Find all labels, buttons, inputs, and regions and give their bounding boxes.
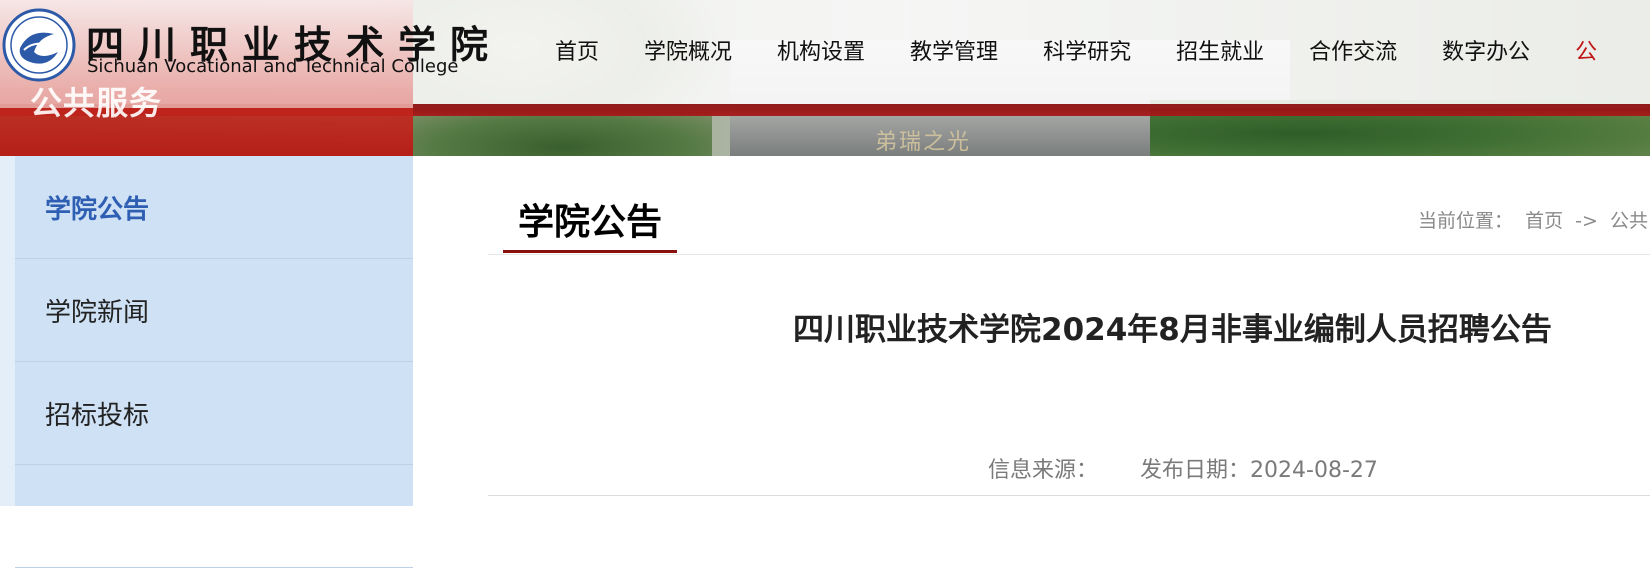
- meta-divider: [488, 495, 1650, 496]
- article-title: 四川职业技术学院2024年8月非事业编制人员招聘公告: [793, 312, 1552, 348]
- main-nav: 首页 学院概况 机构设置 教学管理 科学研究 招生就业 合作交流 数字办公 公: [555, 34, 1597, 66]
- sidebar: 学院公告 学院新闻 招标投标: [15, 156, 413, 568]
- nav-item-overview[interactable]: 学院概况: [644, 34, 732, 66]
- nav-item-cooperation[interactable]: 合作交流: [1309, 34, 1397, 66]
- sidebar-item-announcements[interactable]: 学院公告: [15, 156, 413, 259]
- sidebar-item-bidding[interactable]: 招标投标: [15, 362, 413, 465]
- title-divider: [488, 254, 1650, 255]
- sidebar-item-news[interactable]: 学院新闻: [15, 259, 413, 362]
- source-label: 信息来源：: [988, 458, 1099, 483]
- nav-item-admissions[interactable]: 招生就业: [1176, 34, 1264, 66]
- article-meta: 信息来源： 发布日期：2024-08-27: [988, 452, 1378, 484]
- nav-item-home[interactable]: 首页: [555, 34, 599, 66]
- nav-item-research[interactable]: 科学研究: [1043, 34, 1131, 66]
- breadcrumb: 当前位置： 首页 -> 公共: [1418, 206, 1650, 233]
- banner-shrub-left: [412, 112, 712, 156]
- nav-item-departments[interactable]: 机构设置: [777, 34, 865, 66]
- publish-date: 2024-08-27: [1250, 458, 1378, 483]
- college-logo-icon[interactable]: [2, 8, 76, 82]
- sidebar-item-more[interactable]: [15, 465, 413, 568]
- site-name-en: Sichuan Vocational and Technical College: [87, 56, 459, 77]
- section-title: 公共服务: [30, 84, 163, 122]
- nav-item-teaching[interactable]: 教学管理: [910, 34, 998, 66]
- sidebar-gutter: [0, 156, 15, 506]
- page-title-underline: [503, 250, 677, 253]
- breadcrumb-separator: ->: [1575, 210, 1598, 232]
- nav-item-digital-office[interactable]: 数字办公: [1442, 34, 1530, 66]
- nav-item-public-services[interactable]: 公: [1575, 34, 1597, 66]
- banner-inscription: 弟瑞之光: [875, 130, 972, 155]
- breadcrumb-current[interactable]: 公共: [1610, 210, 1648, 232]
- breadcrumb-home[interactable]: 首页: [1525, 210, 1563, 232]
- breadcrumb-label: 当前位置：: [1418, 210, 1514, 232]
- page-title: 学院公告: [518, 202, 663, 243]
- date-label: 发布日期：: [1140, 458, 1251, 483]
